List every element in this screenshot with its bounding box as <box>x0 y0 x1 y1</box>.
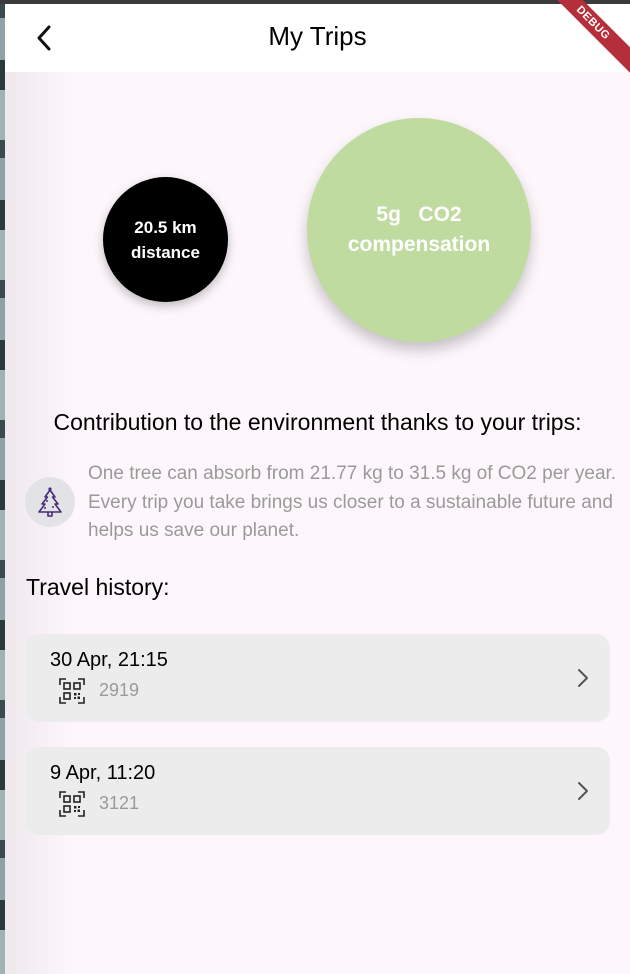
distance-label: distance <box>131 242 200 262</box>
trip-date: 30 Apr, 21:15 <box>50 649 168 671</box>
trip-code: 3121 <box>99 793 140 813</box>
trip-card[interactable]: 30 Apr, 21:15 2919 <box>25 634 610 722</box>
environment-title: Contribution to the environment thanks t… <box>53 409 582 435</box>
distance-circle: 20.5 km distance <box>103 177 228 302</box>
distance-value: 20.5 km <box>134 217 197 237</box>
tree-avatar <box>25 477 75 527</box>
debug-label: DEBUG <box>540 0 630 83</box>
debug-banner: DEBUG <box>540 0 630 90</box>
page-title: My Trips <box>268 21 367 51</box>
co2-value: 5g <box>376 203 401 226</box>
trip-date: 9 Apr, 11:20 <box>50 762 156 784</box>
trip-card[interactable]: 9 Apr, 11:20 3121 <box>25 747 610 835</box>
app-bar: My Trips <box>5 4 630 72</box>
travel-history-title: Travel history: <box>26 574 170 600</box>
co2-label: compensation <box>347 233 491 256</box>
co2-circle: 5g CO2 compensation <box>307 118 531 342</box>
qr-code-icon <box>59 791 85 817</box>
trip-code: 2919 <box>99 680 140 700</box>
chevron-right-icon <box>578 782 588 800</box>
chevron-right-icon <box>578 669 588 687</box>
qr-code-icon <box>59 678 85 704</box>
christmas-tree-icon <box>38 487 62 517</box>
environment-info-text: One tree can absorb from 21.77 kg to 31.… <box>88 463 617 541</box>
co2-unit: CO2 <box>418 203 462 226</box>
co2-amount-line: 5g CO2 <box>376 200 461 230</box>
